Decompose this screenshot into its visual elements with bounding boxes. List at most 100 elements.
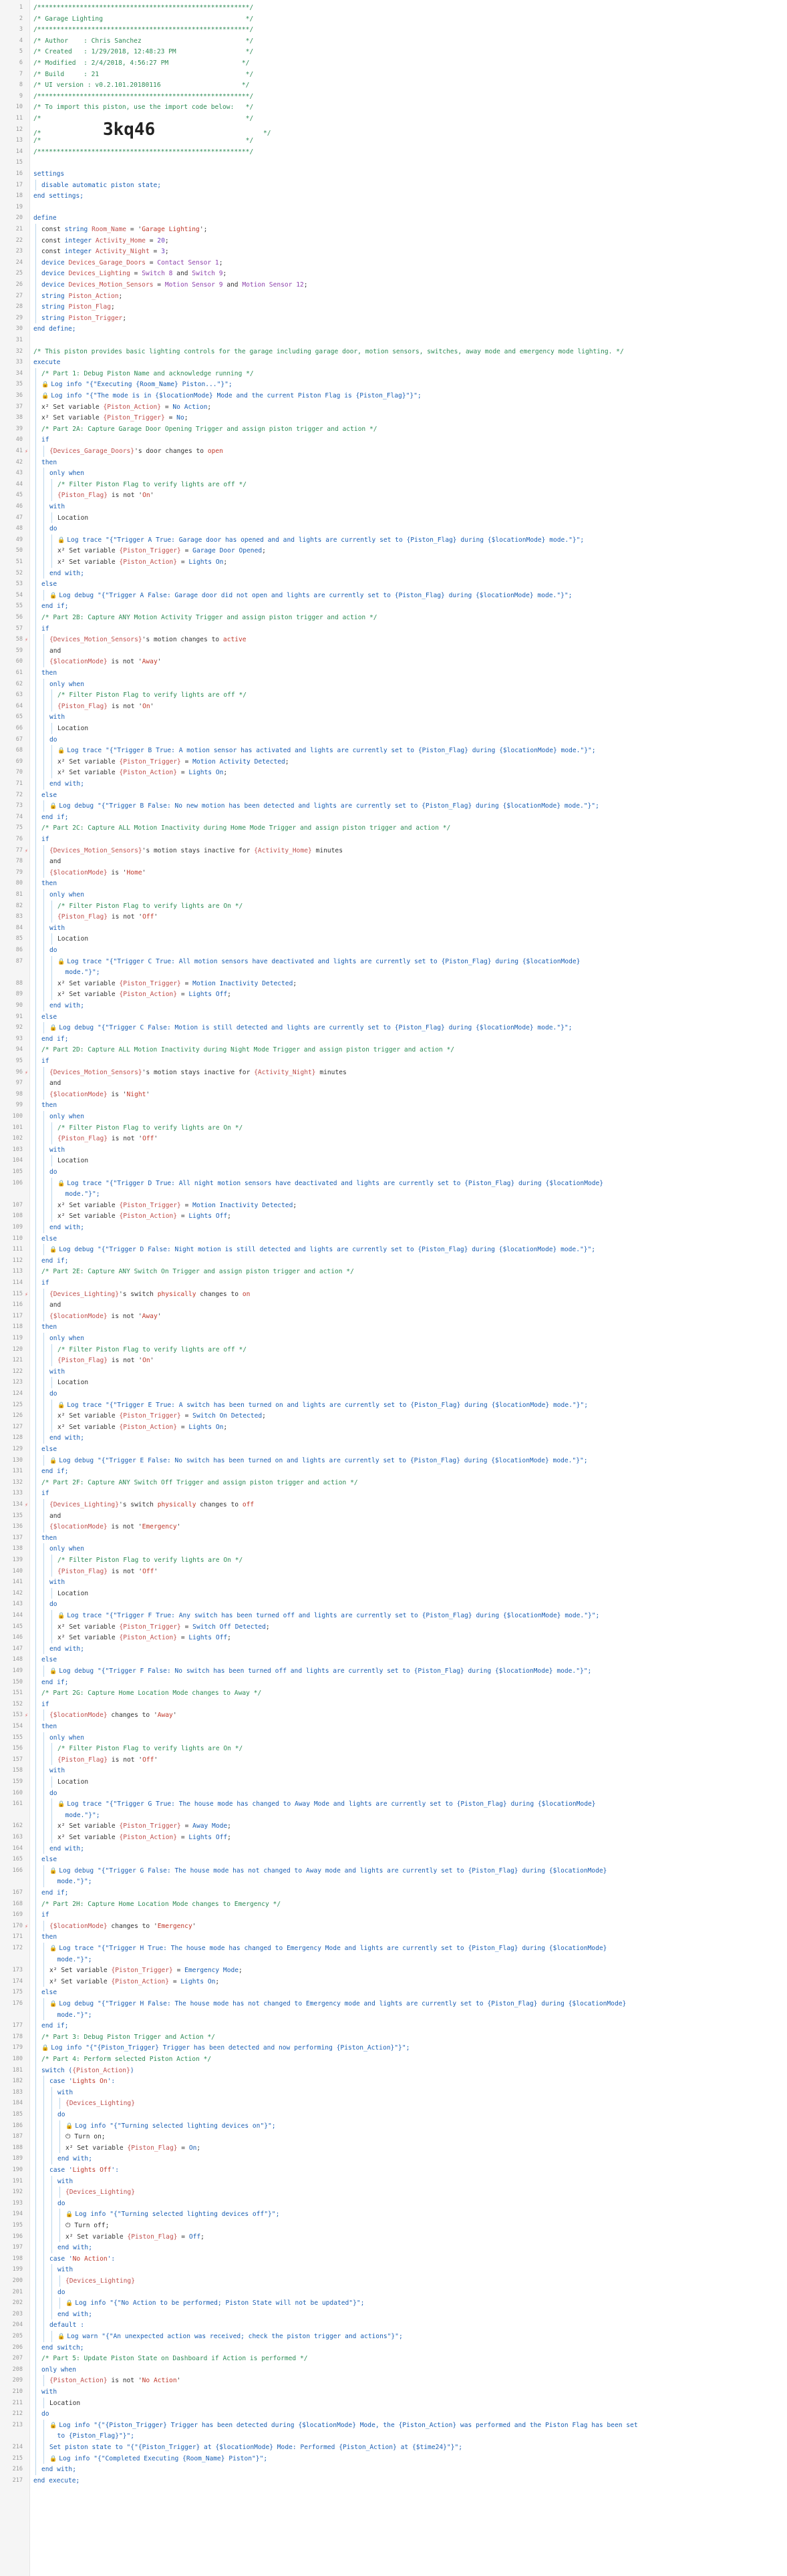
code-line[interactable]: 145 x² Set variable {Piston_Trigger} = Sw… xyxy=(0,1621,787,1633)
code-line[interactable]: 62 only when xyxy=(0,678,787,690)
code-line[interactable]: 216 end with; xyxy=(0,2464,787,2475)
code-line[interactable]: 197 end with; xyxy=(0,2242,787,2253)
code-line[interactable]: 207/* Part 5: Update Piston State on Das… xyxy=(0,2353,787,2364)
code-line[interactable]: 157 {Piston_Flag} is not 'Off' xyxy=(0,1754,787,1766)
code-line[interactable]: 37 x² Set variable {Piston_Action} = No A… xyxy=(0,401,787,413)
code-line[interactable]: 14/*************************************… xyxy=(0,146,787,158)
code-line[interactable]: 129 else xyxy=(0,1444,787,1455)
code-line[interactable]: 166 🔒 Log debug "{"Trigger G False: The ho… xyxy=(0,1865,787,1877)
code-line[interactable]: 1/**************************************… xyxy=(0,2,787,13)
code-line[interactable]: 5/* Created : 1/29/2018, 12:48:23 PM */ xyxy=(0,46,787,57)
code-line[interactable]: 20 define xyxy=(0,212,787,224)
code-line[interactable]: 158 with xyxy=(0,1765,787,1776)
code-line[interactable]: 31 xyxy=(0,335,787,346)
code-line[interactable]: 80 then xyxy=(0,878,787,889)
code-line[interactable]: 87 🔒 Log trace "{"Trigger C True: All moti… xyxy=(0,955,787,967)
code-line[interactable]: 51 x² Set variable {Piston_Action} = Ligh… xyxy=(0,556,787,568)
code-line[interactable]: 208 only when xyxy=(0,2364,787,2376)
code-line[interactable]: 71 end with; xyxy=(0,778,787,790)
code-line[interactable]: 10/* To import this piston, use the impo… xyxy=(0,102,787,113)
code-line[interactable]: 26 device Devices_Motion_Sensors = Motion… xyxy=(0,279,787,291)
code-line[interactable]: 103 with xyxy=(0,1144,787,1156)
code-line[interactable]: 13/* */ xyxy=(0,135,787,146)
code-line[interactable]: 178/* Part 3: Debug Piston Trigger and A… xyxy=(0,2031,787,2043)
code-line[interactable]: 139/* Filter Piston Flag to verify light… xyxy=(0,1555,787,1566)
code-line[interactable]: to {Piston_Flag}"}"; xyxy=(0,2430,787,2442)
code-line[interactable]: 130 🔒 Log debug "{"Trigger E False: No swi… xyxy=(0,1454,787,1466)
code-line[interactable]: 64 {Piston_Flag} is not 'On' xyxy=(0,700,787,712)
code-line[interactable]: 148 else xyxy=(0,1654,787,1665)
code-line[interactable]: 86 do xyxy=(0,945,787,956)
code-line[interactable]: 171 then xyxy=(0,1931,787,1943)
code-line[interactable]: 102 {Piston_Flag} is not 'Off' xyxy=(0,1133,787,1144)
code-line[interactable]: 56/* Part 2B: Capture ANY Motion Activit… xyxy=(0,612,787,623)
code-line[interactable]: 105 do xyxy=(0,1166,787,1178)
code-line[interactable]: 17 disable automatic piston state; xyxy=(0,179,787,191)
code-line[interactable]: 144 🔒 Log trace "{"Trigger F True: Any swi… xyxy=(0,1610,787,1621)
code-line[interactable]: 79 {$locationMode} is 'Home' xyxy=(0,866,787,878)
code-line[interactable]: 179 🔒 Log info "{"{Piston_Trigger} Trigger… xyxy=(0,2042,787,2054)
code-line[interactable]: 12/* 3kq46 */ xyxy=(0,121,787,138)
code-line[interactable]: 141 with xyxy=(0,1577,787,1588)
code-line[interactable]: 98 {$locationMode} is 'Night' xyxy=(0,1088,787,1100)
code-line[interactable]: 9/**************************************… xyxy=(0,91,787,102)
code-line[interactable]: 202 🔒 Log info "{"No Action to be performe… xyxy=(0,2297,787,2309)
code-line[interactable]: 194 🔒 Log info "{"Turning selected lightin… xyxy=(0,2209,787,2220)
code-line[interactable]: 119 only when xyxy=(0,1333,787,1344)
code-line[interactable]: mode."}"; xyxy=(0,967,787,978)
code-line[interactable]: 149 🔒 Log debug "{"Trigger F False: No swi… xyxy=(0,1665,787,1677)
code-line[interactable]: 160 do xyxy=(0,1787,787,1799)
code-line[interactable]: 88 x² Set variable {Piston_Trigger} = Mot… xyxy=(0,977,787,989)
code-line[interactable]: 53 else xyxy=(0,579,787,590)
code-line[interactable]: 63/* Filter Piston Flag to verify lights… xyxy=(0,689,787,701)
code-line[interactable]: 27 string Piston_Action; xyxy=(0,290,787,302)
code-line[interactable]: 173 x² Set variable {Piston_Trigger} = Em… xyxy=(0,1965,787,1976)
code-line[interactable]: 2/* Garage Lighting */ xyxy=(0,13,787,25)
code-line[interactable]: 147 end with; xyxy=(0,1643,787,1655)
code-line[interactable]: mode."}"; xyxy=(0,1188,787,1200)
code-line[interactable]: 200 {Devices_Lighting} xyxy=(0,2275,787,2287)
code-line[interactable]: 28 string Piston_Flag; xyxy=(0,301,787,313)
code-line[interactable]: 116 and xyxy=(0,1299,787,1311)
code-line[interactable]: 153 ⚡ {$locationMode} changes to 'Away' xyxy=(0,1710,787,1721)
code-line[interactable]: 33 execute xyxy=(0,357,787,368)
code-line[interactable]: 35 🔒 Log info "{"Executing {Room_Name} Pis… xyxy=(0,379,787,390)
code-line[interactable]: 176 🔒 Log debug "{"Trigger H False: The ho… xyxy=(0,1998,787,2009)
code-line[interactable]: 163 x² Set variable {Piston_Action} = Lig… xyxy=(0,1832,787,1843)
code-line[interactable]: 118 then xyxy=(0,1321,787,1333)
code-line[interactable]: 168/* Part 2H: Capture Home Location Mod… xyxy=(0,1898,787,1910)
code-line[interactable]: 112 end if; xyxy=(0,1255,787,1267)
code-line[interactable]: 68 🔒 Log trace "{"Trigger B True: A motion… xyxy=(0,745,787,756)
code-line[interactable]: 196 x² Set variable {Piston_Flag} = Off; xyxy=(0,2231,787,2243)
code-line[interactable]: 125 🔒 Log trace "{"Trigger E True: A switc… xyxy=(0,1399,787,1411)
code-line[interactable]: 55 end if; xyxy=(0,601,787,612)
code-line[interactable]: 127 x² Set variable {Piston_Action} = Lig… xyxy=(0,1421,787,1433)
code-line[interactable]: 156/* Filter Piston Flag to verify light… xyxy=(0,1743,787,1754)
code-line[interactable]: 177 end if; xyxy=(0,2020,787,2032)
code-line[interactable]: 151/* Part 2G: Capture Home Location Mod… xyxy=(0,1687,787,1699)
code-line[interactable]: 142 Location xyxy=(0,1587,787,1599)
code-line[interactable]: 117 {$locationMode} is not 'Away' xyxy=(0,1310,787,1322)
code-line[interactable]: 189 end with; xyxy=(0,2153,787,2164)
code-line[interactable]: 54 🔒 Log debug "{"Trigger A False: Garage … xyxy=(0,589,787,601)
code-line[interactable]: 82/* Filter Piston Flag to verify lights… xyxy=(0,900,787,912)
code-line[interactable]: 113/* Part 2E: Capture ANY Switch On Tri… xyxy=(0,1266,787,1277)
code-line[interactable]: 84 with xyxy=(0,922,787,934)
code-line[interactable]: 69 x² Set variable {Piston_Trigger} = Mot… xyxy=(0,756,787,768)
code-line[interactable]: 131 end if; xyxy=(0,1466,787,1477)
code-line[interactable]: 21 const string Room_Name = 'Garage Light… xyxy=(0,224,787,235)
code-line[interactable]: 136 {$locationMode} is not 'Emergency' xyxy=(0,1521,787,1533)
code-line[interactable]: 15 xyxy=(0,157,787,168)
code-line[interactable]: 138 only when xyxy=(0,1543,787,1555)
code-line[interactable]: 114 if xyxy=(0,1277,787,1289)
code-line[interactable]: 169 if xyxy=(0,1909,787,1921)
code-line[interactable]: 140 {Piston_Flag} is not 'Off' xyxy=(0,1565,787,1577)
code-line[interactable]: 81 only when xyxy=(0,889,787,901)
code-line[interactable]: 122 with xyxy=(0,1365,787,1378)
code-line[interactable]: 124 do xyxy=(0,1388,787,1400)
code-line[interactable]: 94/* Part 2D: Capture ALL Motion Inactiv… xyxy=(0,1044,787,1056)
code-line[interactable]: 29 string Piston_Trigger; xyxy=(0,312,787,324)
code-line[interactable]: 61 then xyxy=(0,667,787,679)
code-line[interactable]: 49 🔒 Log trace "{"Trigger A True: Garage d… xyxy=(0,534,787,546)
code-line[interactable]: 101/* Filter Piston Flag to verify light… xyxy=(0,1122,787,1134)
